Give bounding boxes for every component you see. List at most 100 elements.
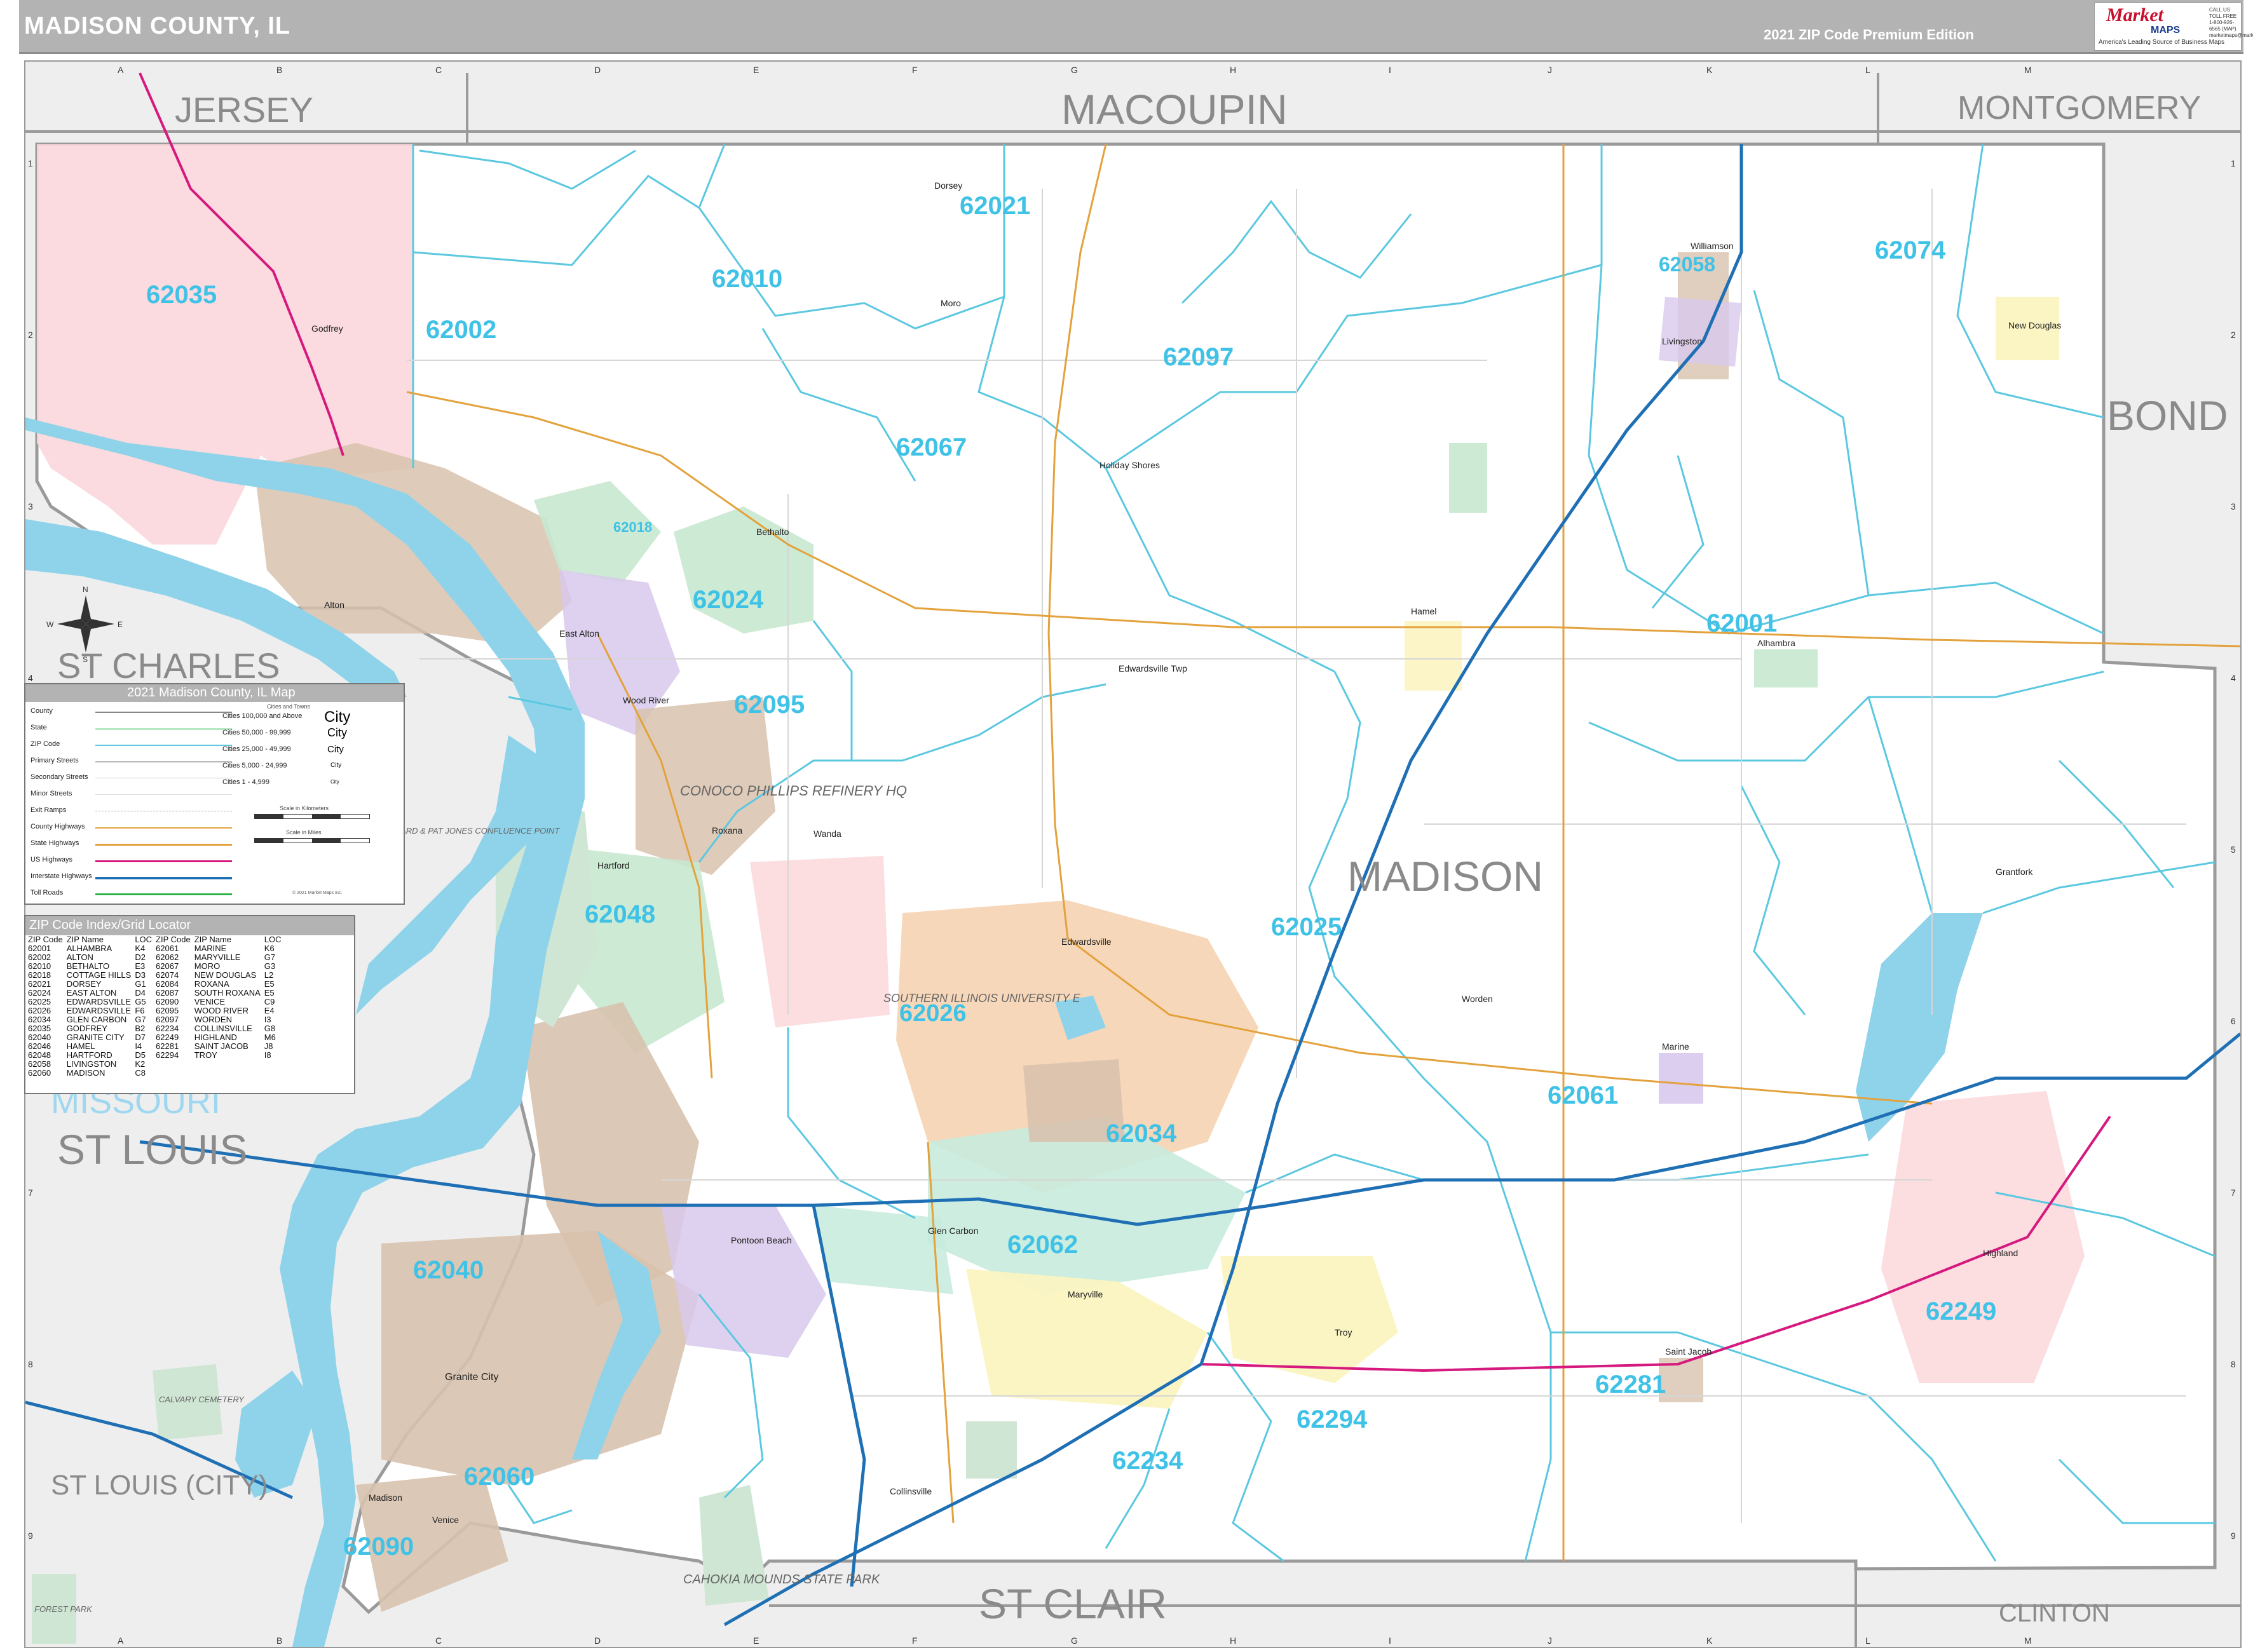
map-text-label: 7: [2231, 1188, 2236, 1198]
zip-label: 62097: [1163, 343, 1234, 371]
city-label: Roxana: [712, 825, 742, 836]
table-row: 62002 ALTON D2 62062 MARYVILLE G7: [28, 952, 276, 962]
city-label: Alton: [324, 600, 344, 610]
zip-label: 62034: [1106, 1120, 1177, 1148]
zip-label: 62095: [734, 691, 805, 719]
zip-label: 62061: [1548, 1081, 1618, 1109]
landmark-confluence: EDWARD & PAT JONES CONFLUENCE POINT: [381, 826, 560, 836]
scale-bar-km: [254, 814, 370, 819]
zip-label: 62035: [146, 281, 217, 309]
city-label: East Alton: [559, 628, 599, 639]
landmark-siue: SOUTHERN ILLINOIS UNIVERSITY E: [883, 992, 1081, 1005]
city-label: Bethalto: [756, 527, 789, 537]
city-label: Livingston: [1662, 336, 1702, 346]
table-row: 62048 HARTFORD D5 62294 TROY I8: [28, 1050, 271, 1060]
legend-row: US Highways: [31, 856, 73, 863]
city-label: Williamson: [1691, 241, 1734, 251]
map-text-label: 1: [2231, 158, 2236, 168]
grid-col-K: K: [1706, 65, 1713, 75]
map-text-label: I: [1389, 1635, 1391, 1646]
city-label: Wood River: [623, 695, 669, 705]
grid-col-G: G: [1071, 65, 1078, 75]
zip-label: 62074: [1875, 236, 1946, 264]
legend-row: County: [31, 707, 53, 715]
county-label-bond: BOND: [2107, 392, 2228, 439]
city-label: Pontoon Beach: [731, 1235, 792, 1245]
county-label-st-charles: ST CHARLES: [57, 646, 280, 686]
table-row: 62040 GRANITE CITY D7 62249 HIGHLAND M6: [28, 1032, 276, 1042]
zip-label: 62018: [613, 519, 652, 535]
table-row: 62021 DORSEY G1 62084 ROXANA E5: [28, 979, 275, 989]
city-label: Venice: [432, 1515, 459, 1525]
city-label: Maryville: [1068, 1289, 1103, 1299]
table-row: 62018 COTTAGE HILLS D3 62074 NEW DOUGLAS L2: [28, 970, 274, 980]
edition-label: 2021 ZIP Code Premium Edition: [1764, 27, 1974, 43]
zip-label: 62234: [1112, 1447, 1183, 1475]
city-label: Madison: [369, 1493, 402, 1503]
grid-col-C: C: [435, 65, 442, 75]
city-label: Alhambra: [1757, 638, 1795, 648]
zip-label: 62281: [1595, 1371, 1666, 1398]
map-text-label: M: [2024, 1635, 2032, 1646]
map-text-label: 3: [2231, 501, 2236, 511]
logo-tagline: America's Leading Source of Business Map…: [2099, 39, 2225, 46]
zip-index-title: ZIP Code Index/Grid Locator: [25, 916, 354, 935]
county-label-madison: MADISON: [1347, 853, 1543, 900]
map-text-label: K: [1706, 1635, 1713, 1646]
county-label-st-louis: ST LOUIS: [57, 1126, 248, 1173]
zip-index-header: ZIP Code ZIP Name LOC ZIP Code ZIP Name LOC: [28, 935, 282, 944]
county-label-st-louis-city: ST LOUIS (CITY): [51, 1470, 268, 1501]
table-row: 62026 EDWARDSVILLE F6 62095 WOOD RIVER E4: [28, 1006, 275, 1015]
legend-city-header: Cities and Towns: [267, 703, 310, 710]
map-text-label: 4: [28, 673, 33, 683]
zip-label: 62062: [1007, 1231, 1078, 1259]
compass-n: N: [83, 585, 88, 594]
compass-e: E: [118, 620, 123, 629]
legend-copyright: © 2021 Market Maps Inc.: [292, 891, 343, 895]
zip-label: 62002: [426, 316, 496, 344]
zip-label: 62249: [1926, 1297, 1996, 1325]
grid-col-A: A: [118, 65, 124, 75]
grid-col-E: E: [753, 65, 759, 75]
zip-label: 62001: [1706, 609, 1777, 637]
legend-row: State: [31, 724, 47, 731]
grid-col-D: D: [594, 65, 601, 75]
legend-scale-km: Scale in Kilometers: [280, 805, 329, 811]
header-bar: MADISON COUNTY, IL 2021 ZIP Code Premium…: [19, 0, 2253, 54]
grid-col-J: J: [1548, 65, 1552, 75]
map-text-label: 4: [2231, 673, 2236, 683]
logo-wordmark: Market: [2106, 4, 2163, 25]
legend-row: ZIP Code: [31, 740, 60, 748]
legend-city-sample: City: [324, 708, 351, 726]
legend-row: State Highways: [31, 839, 79, 847]
legend-row: County Highways: [31, 823, 85, 830]
table-row: 62025 EDWARDSVILLE G5 62090 VENICE C9: [28, 997, 275, 1006]
logo-contact: CALL US TOLL FREE 1-800-926-6565 (MAP) m…: [2209, 7, 2253, 38]
legend-row: Interstate Highways: [31, 872, 92, 880]
marine-area: [1659, 1053, 1703, 1104]
table-row: 62024 EAST ALTON D4 62087 SOUTH ROXANA E5: [28, 988, 275, 998]
county-label-montgomery: MONTGOMERY: [1957, 90, 2201, 126]
legend-row: Exit Ramps: [31, 806, 67, 814]
map-text-label: L: [1865, 1635, 1870, 1646]
market-maps-logo[interactable]: Market MAPS America's Leading Source of …: [2094, 3, 2253, 51]
legend-row: Minor Streets: [31, 790, 72, 797]
city-label: Dorsey: [934, 180, 962, 191]
city-label: Moro: [941, 298, 961, 308]
table-row: 62058 LIVINGSTON K2: [28, 1059, 146, 1069]
city-label: Collinsville: [890, 1486, 932, 1496]
grid-col-H: H: [1230, 65, 1236, 75]
map-text-label: 9: [28, 1531, 33, 1541]
zip-label: 62024: [693, 586, 764, 614]
map-text-label: 3: [28, 501, 33, 511]
city-label: Marine: [1662, 1041, 1689, 1052]
zip-label: 62294: [1297, 1405, 1368, 1433]
map-text-label: F: [912, 1635, 918, 1646]
city-label: Highland: [1983, 1248, 2018, 1258]
table-row: 62060 MADISON C8: [28, 1068, 146, 1078]
table-row: 62001 ALHAMBRA K4 62061 MARINE K6: [28, 944, 275, 953]
map-text-label: B: [276, 1635, 282, 1646]
worden-area: [1449, 443, 1487, 513]
compass-s: S: [83, 655, 88, 664]
drost-park: [966, 1421, 1017, 1479]
